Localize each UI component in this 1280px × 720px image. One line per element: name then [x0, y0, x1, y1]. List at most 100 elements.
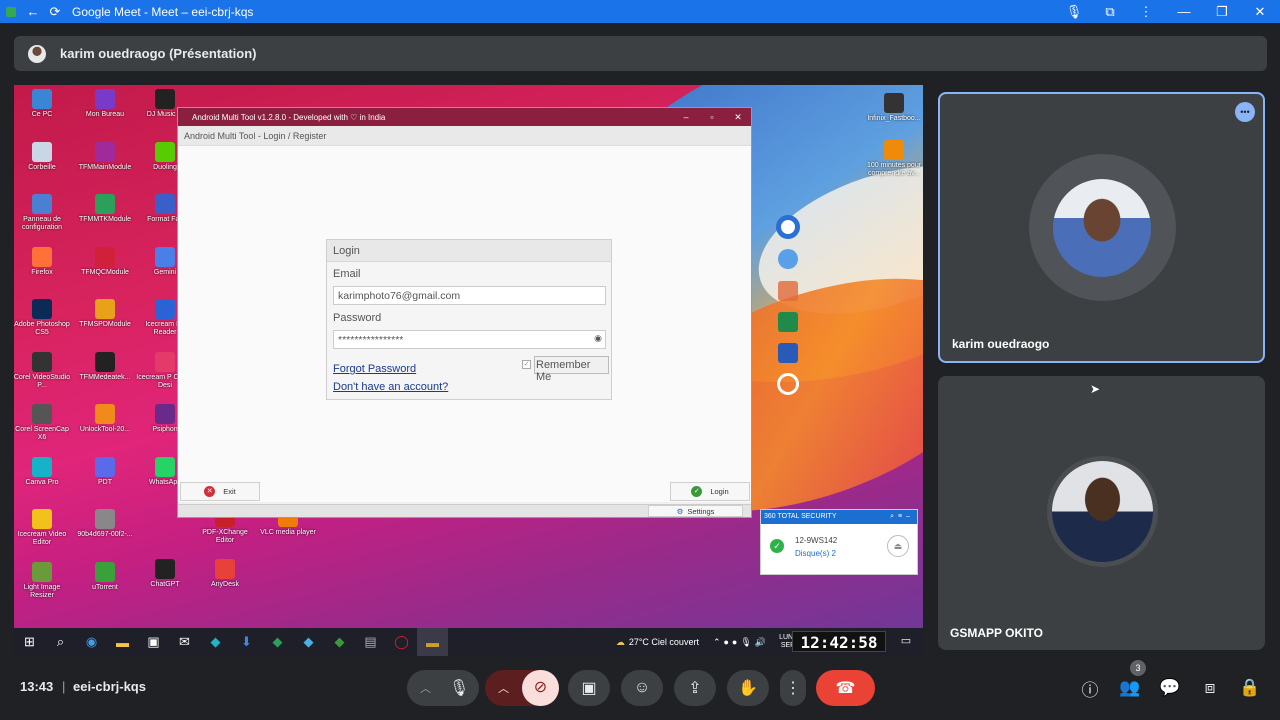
desktop-icon[interactable]: Icecream Video Editor [14, 509, 73, 547]
settings-button[interactable]: ⚙ Settings [648, 505, 743, 517]
app-minimize-button[interactable]: – [673, 112, 699, 123]
desktop-icon[interactable]: Mon Bureau [74, 89, 136, 119]
excel-icon[interactable] [778, 312, 798, 332]
notification-icon[interactable]: ▭ [896, 634, 916, 650]
chat-icon[interactable]: 💬 [1158, 676, 1182, 700]
close-button[interactable]: ✕ [1240, 0, 1280, 23]
activities-icon[interactable]: ⧈ [1198, 676, 1222, 700]
avatar [1053, 179, 1151, 277]
app-icon [155, 89, 175, 109]
desktop-icon[interactable]: TFMMTKModule [74, 194, 136, 224]
desktop-icon[interactable]: Light Image Resizer [14, 561, 73, 600]
mic-button[interactable]: ︿ 🎙 [407, 670, 479, 706]
start-icon[interactable]: ⊞ [14, 628, 45, 656]
desktop-icon[interactable]: Corel VideoStudio P... [14, 351, 73, 390]
password-field[interactable]: **************** ◉ [333, 330, 606, 349]
participant-tile[interactable]: ••• karim ouedraogo [938, 92, 1265, 363]
edge-icon[interactable]: ◉ [76, 628, 107, 656]
desktop-icon[interactable]: Infinix_Fastboo... [863, 93, 923, 123]
chevron-up-icon[interactable]: ︿ [420, 680, 431, 696]
desktop-icon[interactable]: Panneau de configuration [14, 194, 73, 232]
edge-icon[interactable] [778, 249, 798, 269]
minimize-button[interactable]: — [1164, 0, 1204, 23]
app-icon [95, 299, 115, 319]
mail-icon[interactable]: ✉ [169, 628, 200, 656]
raise-hand-button[interactable]: ✋ [727, 670, 769, 706]
participant-tile[interactable]: GSMAPP OKITO [938, 376, 1265, 650]
remember-checkbox[interactable]: ✓ [522, 360, 531, 369]
desktop-icon[interactable]: TFMMedeatek... [74, 351, 136, 382]
back-arrow-icon[interactable]: ← [22, 0, 44, 23]
search-icon[interactable]: ⌕ [45, 628, 76, 656]
weather-text[interactable]: 27°C Ciel couvert [629, 637, 699, 647]
opera-icon[interactable]: ◯ [386, 628, 417, 656]
power-icon[interactable] [777, 373, 799, 395]
info-icon[interactable]: ⓘ [1078, 676, 1102, 700]
desktop-icon-label: ChatGPT [150, 581, 180, 588]
desktop-icon[interactable]: TFMMainModule [74, 141, 136, 172]
eject-icon[interactable]: ⏏ [887, 535, 909, 557]
app-maximize-button[interactable]: ▫ [699, 112, 725, 123]
login-button[interactable]: ✓ Login [670, 482, 750, 501]
more-options-button[interactable]: ⋮ [780, 670, 806, 706]
desktop-icon[interactable]: ChatGPT [134, 559, 196, 589]
download-icon[interactable]: ⬇ [231, 628, 262, 656]
present-button[interactable]: ⇪ [674, 670, 716, 706]
desktop-icon[interactable]: Firefox [14, 246, 73, 277]
people-icon[interactable]: 👥 [1118, 676, 1142, 700]
restore-button[interactable]: ❐ [1204, 0, 1240, 23]
desktop-icon[interactable]: Canva Pro [14, 456, 73, 487]
captions-button[interactable]: ▣ [568, 670, 610, 706]
folder-icon[interactable]: ▬ [107, 628, 138, 656]
desktop-icon[interactable]: TFMSPDModule [74, 299, 136, 329]
desktop-icon[interactable]: Adobe Photoshop CS5 [14, 299, 73, 337]
more-vert-icon[interactable]: ⋮ [1128, 0, 1164, 23]
app-icon [32, 351, 52, 372]
powerpoint-icon[interactable] [778, 281, 798, 301]
app-icon[interactable]: ◆ [324, 628, 355, 656]
app-icon[interactable]: ▬ [417, 628, 448, 656]
extension-icon[interactable]: ⧉ [1092, 0, 1128, 23]
desktop-icon[interactable]: uTorrent [74, 561, 136, 592]
reload-icon[interactable]: ⟳ [44, 0, 66, 23]
app-icon[interactable]: ◆ [293, 628, 324, 656]
desktop-icon[interactable]: 100 minutes pour comprendre av... [863, 140, 923, 178]
desktop-icon-label: uTorrent [92, 583, 118, 591]
app-icon[interactable]: ◆ [262, 628, 293, 656]
security-controls-icon[interactable]: ⌕≡– [890, 513, 914, 521]
chrome-icon[interactable] [776, 215, 800, 239]
store-icon[interactable]: ▣ [138, 628, 169, 656]
emoji-button[interactable]: ☺ [621, 670, 663, 706]
chevron-up-icon[interactable]: ︿ [498, 680, 509, 696]
email-field[interactable]: karimphoto76@gmail.com [333, 286, 606, 305]
word-icon[interactable] [778, 343, 798, 363]
app-close-button[interactable]: ✕ [725, 112, 751, 123]
login-header: Login [327, 240, 611, 262]
desktop-icon[interactable]: UnlockTool-20... [74, 404, 136, 434]
microphone-icon[interactable]: 🎙 [1056, 0, 1092, 23]
tray-icons[interactable]: ⌃●●🎙🔊 [713, 637, 769, 648]
desktop-icon[interactable]: TFMQCModule [74, 246, 136, 277]
host-controls-icon[interactable]: 🔒 [1238, 676, 1262, 700]
leave-call-button[interactable]: ☎ [816, 670, 875, 706]
security-line2[interactable]: Disque(s) 2 [795, 549, 836, 558]
forgot-password-link[interactable]: Forgot Password [333, 363, 416, 375]
eye-icon[interactable]: ◉ [594, 333, 602, 344]
create-account-link[interactable]: Don't have an account? [333, 381, 448, 393]
app-icon[interactable]: ◆ [200, 628, 231, 656]
app-icon [884, 140, 904, 160]
desktop-icon-label: TFMMedeatek... [79, 373, 131, 381]
remember-label[interactable]: Remember Me [534, 356, 609, 383]
captions-icon: ▣ [581, 680, 597, 697]
desktop-icon[interactable]: Corbeille [14, 141, 73, 172]
desktop-icon[interactable]: 90b4d697-00f2-... [74, 509, 136, 539]
desktop-icon[interactable]: Corel ScreenCap X6 [14, 404, 73, 442]
desktop-icon[interactable]: Ce PC [14, 89, 73, 119]
camera-button[interactable]: ︿ ⊘ [485, 670, 559, 706]
desktop-icon[interactable]: PDT [74, 456, 136, 487]
exit-button[interactable]: ✕ Exit [180, 482, 260, 501]
app-icon[interactable]: ▤ [355, 628, 386, 656]
app-icon [32, 299, 52, 319]
avatar [28, 44, 46, 63]
desktop-icon[interactable]: AnyDesk [194, 559, 256, 589]
